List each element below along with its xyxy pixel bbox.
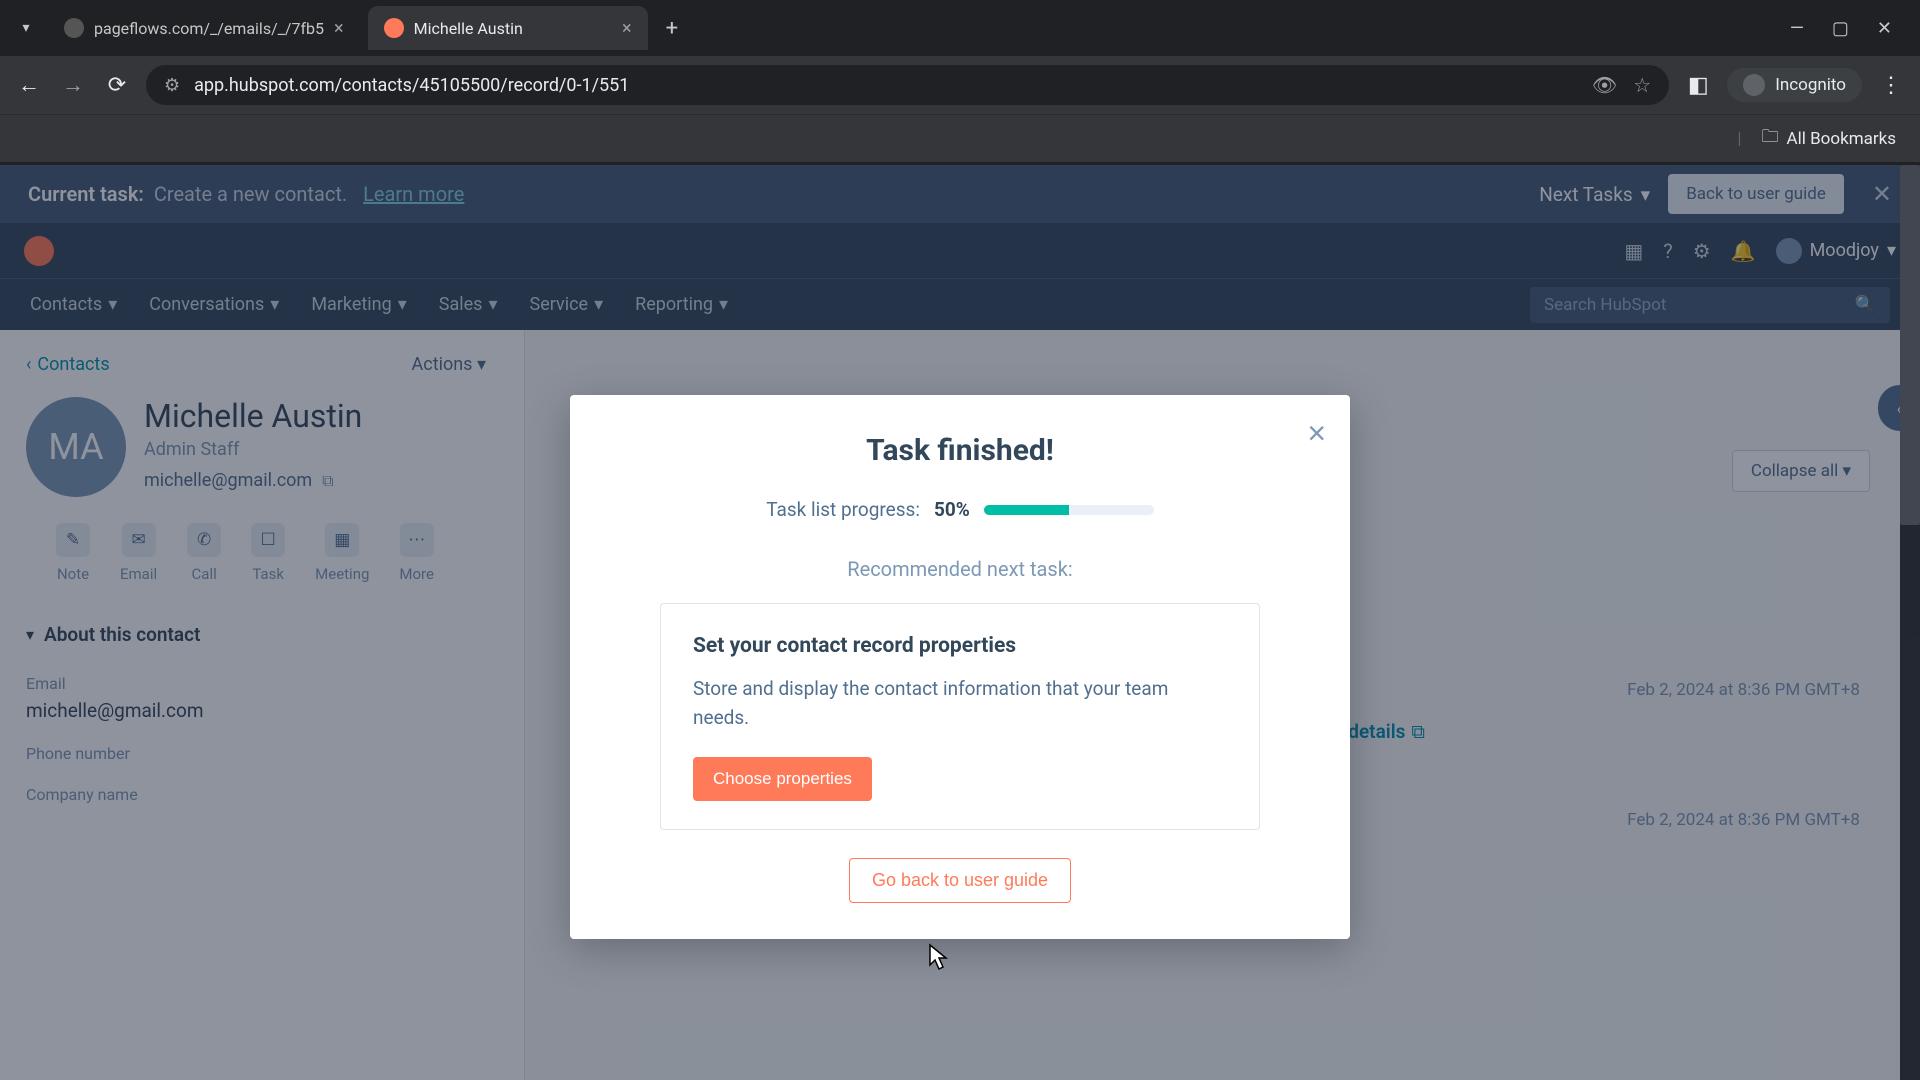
back-icon[interactable]: ← [14, 72, 44, 98]
url-text: app.hubspot.com/contacts/45105500/record… [194, 75, 629, 96]
reload-icon[interactable]: ⟳ [102, 73, 132, 98]
all-bookmarks-button[interactable]: All Bookmarks [1787, 129, 1896, 149]
browser-tab-0[interactable]: pageflows.com/_/emails/_/7fb5 × [48, 6, 360, 50]
favicon-icon [64, 18, 84, 38]
eye-off-icon[interactable]: 👁 [1592, 73, 1617, 97]
divider: | [1737, 129, 1741, 149]
recommendation-card: Set your contact record properties Store… [660, 603, 1260, 830]
close-icon[interactable]: × [622, 18, 632, 39]
incognito-indicator[interactable]: Incognito [1727, 68, 1862, 102]
tab-title: pageflows.com/_/emails/_/7fb5 [94, 19, 324, 38]
app-viewport: Current task: Create a new contact. Lear… [0, 165, 1920, 1080]
favicon-icon [384, 18, 404, 38]
side-panel-icon[interactable]: ◧ [1683, 73, 1713, 98]
recommended-label: Recommended next task: [614, 557, 1306, 581]
new-tab-button[interactable]: + [656, 16, 688, 41]
incognito-label: Incognito [1775, 75, 1846, 95]
modal-container: × Task finished! Task list progress: 50%… [0, 165, 1920, 1080]
progress-fill [984, 505, 1069, 515]
recommendation-description: Store and display the contact informatio… [693, 674, 1227, 733]
address-bar: ← → ⟳ ⚙ app.hubspot.com/contacts/4510550… [0, 56, 1920, 114]
browser-tab-1[interactable]: Michelle Austin × [368, 6, 648, 50]
window-controls: ― ▢ ✕ [1790, 18, 1908, 39]
progress-row: Task list progress: 50% [614, 498, 1306, 521]
incognito-icon [1743, 74, 1765, 96]
progress-bar [984, 505, 1154, 515]
progress-label: Task list progress: [766, 498, 920, 521]
tabs-dropdown-icon[interactable]: ▾ [12, 14, 40, 42]
close-window-icon[interactable]: ✕ [1877, 18, 1892, 39]
site-settings-icon[interactable]: ⚙ [164, 75, 180, 96]
recommendation-title: Set your contact record properties [693, 634, 1227, 658]
tab-bar: ▾ pageflows.com/_/emails/_/7fb5 × Michel… [0, 0, 1920, 56]
maximize-icon[interactable]: ▢ [1832, 18, 1849, 39]
close-modal-button[interactable]: × [1307, 415, 1326, 452]
forward-icon[interactable]: → [58, 72, 88, 98]
browser-chrome: ▾ pageflows.com/_/emails/_/7fb5 × Michel… [0, 0, 1920, 165]
kebab-menu-icon[interactable]: ⋮ [1876, 73, 1906, 98]
go-back-button[interactable]: Go back to user guide [849, 858, 1071, 903]
tab-title: Michelle Austin [414, 19, 523, 38]
bookmarks-bar: | 🗀 All Bookmarks [0, 114, 1920, 162]
close-icon[interactable]: × [334, 18, 344, 39]
folder-icon: 🗀 [1762, 124, 1779, 153]
modal-title: Task finished! [614, 433, 1306, 468]
task-finished-modal: × Task finished! Task list progress: 50%… [570, 395, 1350, 939]
minimize-icon[interactable]: ― [1790, 18, 1804, 39]
url-input[interactable]: ⚙ app.hubspot.com/contacts/45105500/reco… [146, 65, 1669, 105]
choose-properties-button[interactable]: Choose properties [693, 757, 872, 801]
bookmark-star-icon[interactable]: ☆ [1633, 73, 1651, 97]
progress-percent: 50% [934, 498, 970, 521]
